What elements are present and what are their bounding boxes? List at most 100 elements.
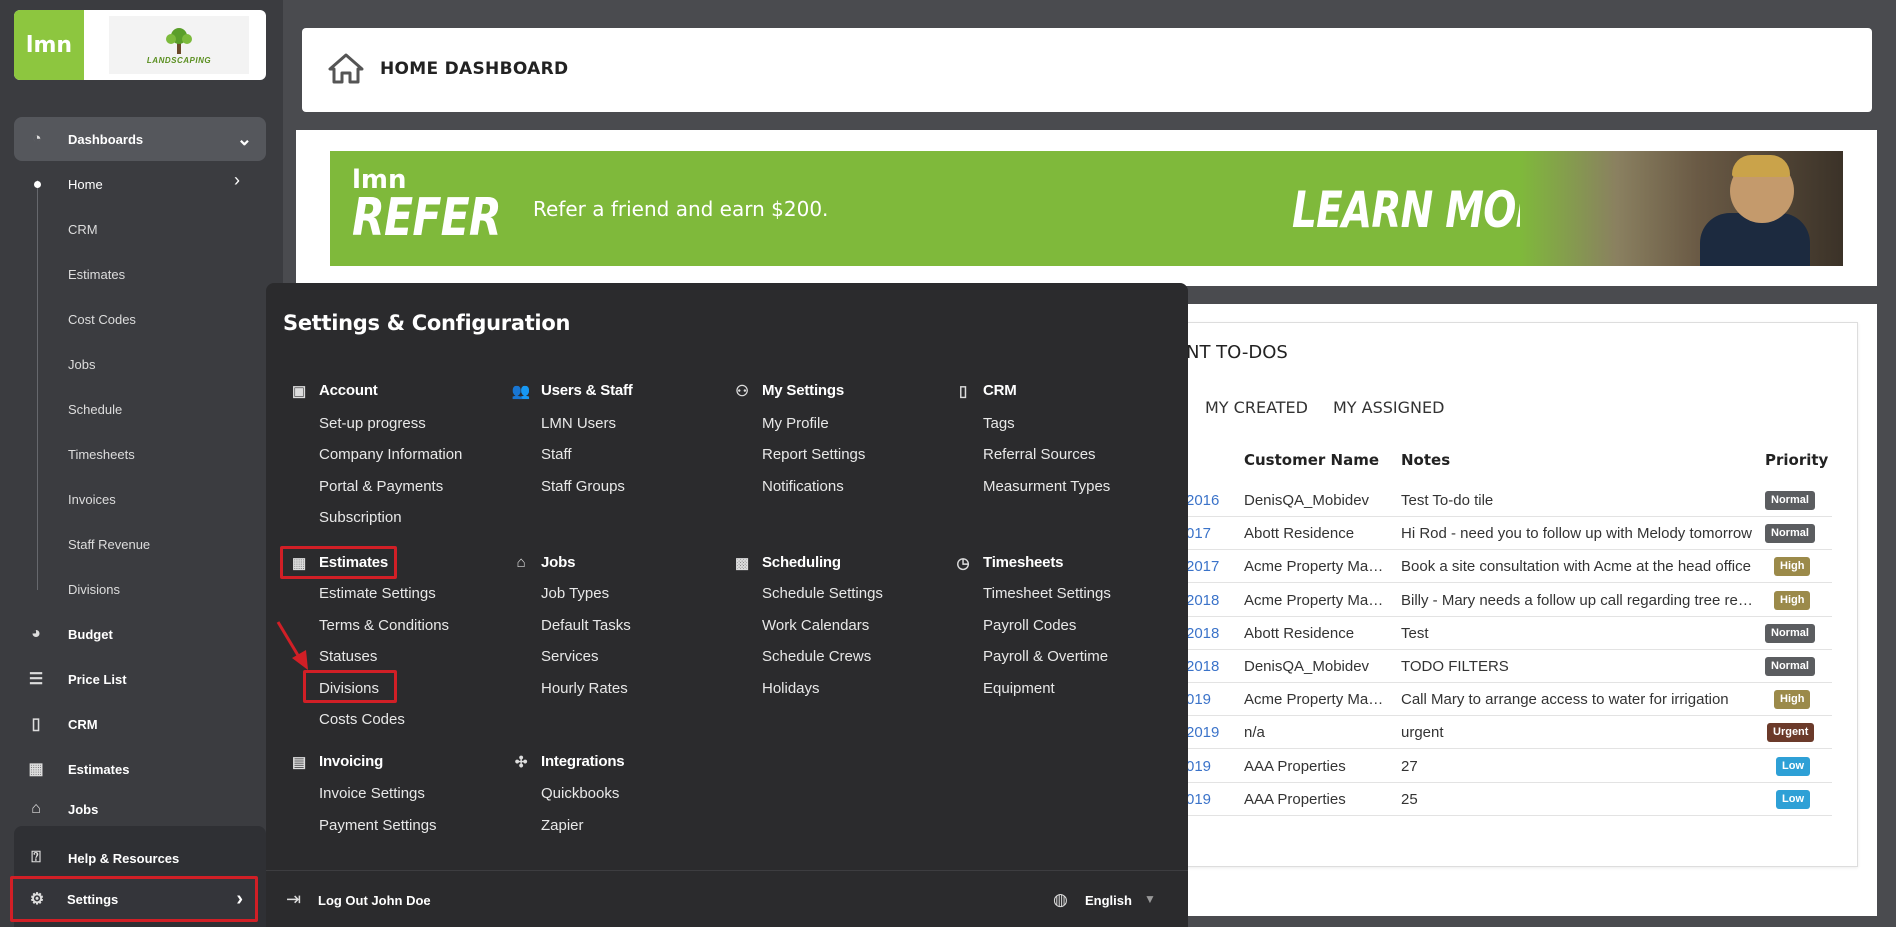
todo-date-link[interactable]: 2018 xyxy=(1186,658,1219,675)
link-notifications[interactable]: Notifications xyxy=(762,478,844,495)
table-row[interactable]: 2018 Acme Property Management Billy - Mary… xyxy=(1186,584,1832,617)
link-estimate-settings[interactable]: Estimate Settings xyxy=(319,585,436,602)
todo-date-link[interactable]: 2018 xyxy=(1186,592,1219,609)
help-icon: ⍰ xyxy=(31,849,41,866)
todo-date-link[interactable]: 019 xyxy=(1186,758,1211,775)
link-tags[interactable]: Tags xyxy=(983,415,1015,432)
nav-help[interactable]: ⍰ Help & Resources xyxy=(14,840,266,876)
link-costs-codes[interactable]: Costs Codes xyxy=(319,711,405,728)
panel-footer: ⇥ Log Out John Doe ◍ English ▼ xyxy=(266,870,1188,927)
todo-date-link[interactable]: 2018 xyxy=(1186,625,1219,642)
section-invoicing-title: Invoicing xyxy=(319,753,384,770)
subnav-invoices[interactable]: Invoices xyxy=(68,492,116,507)
link-portal-payments[interactable]: Portal & Payments xyxy=(319,478,443,495)
lmn-logo[interactable]: lmn xyxy=(14,10,84,80)
subnav-cost-codes[interactable]: Cost Codes xyxy=(68,312,136,327)
table-row[interactable]: 2018 DenisQA_Mobidev TODO FILTERS Normal xyxy=(1186,650,1832,683)
col-priority[interactable]: Priority xyxy=(1765,451,1828,469)
nav-budget[interactable]: ◕ Budget xyxy=(14,616,266,652)
logo-area[interactable]: lmn LANDSCAPING xyxy=(14,10,266,80)
subnav-jobs[interactable]: Jobs xyxy=(68,357,95,372)
link-schedule-crews[interactable]: Schedule Crews xyxy=(762,648,871,665)
section-users-staff: 👥 Users & Staff xyxy=(512,382,633,400)
todo-date-link[interactable]: 2016 xyxy=(1186,492,1219,509)
link-measurment-types[interactable]: Measurment Types xyxy=(983,478,1110,495)
nav-jobs[interactable]: ⌂ Jobs xyxy=(14,796,266,822)
link-timesheet-settings[interactable]: Timesheet Settings xyxy=(983,585,1111,602)
subnav-schedule[interactable]: Schedule xyxy=(68,402,122,417)
subnav-home[interactable]: Home xyxy=(68,177,103,192)
link-staff[interactable]: Staff xyxy=(541,446,572,463)
link-report-settings[interactable]: Report Settings xyxy=(762,446,865,463)
tab-my-assigned[interactable]: MY ASSIGNED xyxy=(1333,398,1444,417)
link-subscription[interactable]: Subscription xyxy=(319,509,402,526)
todo-title: NT TO-DOS xyxy=(1186,342,1288,363)
subnav-timesheets[interactable]: Timesheets xyxy=(68,447,135,462)
link-company-information[interactable]: Company Information xyxy=(319,446,462,463)
todo-date-link[interactable]: 2019 xyxy=(1186,724,1219,741)
table-row[interactable]: 2019 n/a urgent Urgent xyxy=(1186,716,1832,750)
tab-my-created[interactable]: MY CREATED xyxy=(1205,398,1308,417)
table-row[interactable]: 2016 DenisQA_Mobidev Test To-do tile Normal xyxy=(1186,484,1832,517)
link-terms-conditions[interactable]: Terms & Conditions xyxy=(319,617,449,634)
nav-estimates[interactable]: ▦ Estimates xyxy=(14,751,266,787)
link-divisions[interactable]: Divisions xyxy=(319,680,379,697)
link-setup-progress[interactable]: Set-up progress xyxy=(319,415,426,432)
table-row[interactable]: 019 AAA Properties 27 Low xyxy=(1186,750,1832,783)
table-row[interactable]: 019 AAA Properties 25 Low xyxy=(1186,783,1832,816)
link-staff-groups[interactable]: Staff Groups xyxy=(541,478,625,495)
todo-date-link[interactable]: 2017 xyxy=(1186,558,1219,575)
refer-banner[interactable]: lmn REFER Refer a friend and earn $200. … xyxy=(330,151,1843,266)
link-lmn-users[interactable]: LMN Users xyxy=(541,415,616,432)
contact-card-icon: ▯ xyxy=(31,716,41,733)
table-row[interactable]: 2018 Abott Residence Test Normal xyxy=(1186,617,1832,650)
link-statuses[interactable]: Statuses xyxy=(319,648,377,665)
link-work-calendars[interactable]: Work Calendars xyxy=(762,617,869,634)
link-job-types[interactable]: Job Types xyxy=(541,585,609,602)
todo-date-link[interactable]: 017 xyxy=(1186,525,1211,542)
todo-date-link[interactable]: 019 xyxy=(1186,791,1211,808)
nav-settings[interactable]: ⚙ Settings › xyxy=(10,876,258,922)
col-notes[interactable]: Notes xyxy=(1401,451,1450,469)
logout-button[interactable]: Log Out John Doe xyxy=(318,893,431,908)
language-select[interactable]: English xyxy=(1085,893,1132,908)
priority-badge: Normal xyxy=(1765,623,1815,643)
link-payment-settings[interactable]: Payment Settings xyxy=(319,817,437,834)
link-payroll-codes[interactable]: Payroll Codes xyxy=(983,617,1076,634)
link-schedule-settings[interactable]: Schedule Settings xyxy=(762,585,883,602)
link-zapier[interactable]: Zapier xyxy=(541,817,584,834)
link-referral-sources[interactable]: Referral Sources xyxy=(983,446,1096,463)
section-invoicing: ▤ Invoicing xyxy=(292,753,384,771)
link-quickbooks[interactable]: Quickbooks xyxy=(541,785,619,802)
gear-icon: ⚙ xyxy=(29,891,45,908)
todo-notes: Call Mary to arrange access to water for… xyxy=(1401,691,1729,709)
link-equipment[interactable]: Equipment xyxy=(983,680,1055,697)
calculator-icon: ▦ xyxy=(292,555,306,572)
subnav-estimates[interactable]: Estimates xyxy=(68,267,125,282)
section-estimates-title: Estimates xyxy=(319,554,389,571)
link-holidays[interactable]: Holidays xyxy=(762,680,820,697)
link-invoice-settings[interactable]: Invoice Settings xyxy=(319,785,425,802)
todo-customer: AAA Properties xyxy=(1244,790,1346,808)
link-hourly-rates[interactable]: Hourly Rates xyxy=(541,680,628,697)
nav-crm[interactable]: ▯ CRM xyxy=(14,706,266,742)
table-row[interactable]: 2017 Acme Property Management Book a site … xyxy=(1186,550,1832,584)
subnav-crm[interactable]: CRM xyxy=(68,222,98,237)
subnav-divisions[interactable]: Divisions xyxy=(68,582,120,597)
puzzle-icon: ✣ xyxy=(514,754,528,771)
todo-notes: 25 xyxy=(1401,790,1418,808)
todo-date-link[interactable]: 019 xyxy=(1186,691,1211,708)
subnav-staff-revenue[interactable]: Staff Revenue xyxy=(68,537,150,552)
link-default-tasks[interactable]: Default Tasks xyxy=(541,617,631,634)
section-integrations: ✣ Integrations xyxy=(515,753,625,771)
link-services[interactable]: Services xyxy=(541,648,599,665)
todo-customer: Abott Residence xyxy=(1244,525,1355,543)
col-customer-name[interactable]: Customer Name xyxy=(1244,451,1379,469)
link-payroll-overtime[interactable]: Payroll & Overtime xyxy=(983,648,1108,665)
todo-notes: Test To-do tile xyxy=(1401,492,1494,509)
table-row[interactable]: 017 Abott Residence Hi Rod - need you to f… xyxy=(1186,517,1832,551)
nav-dashboards[interactable]: ◔ Dashboards ⌄ xyxy=(14,117,266,161)
nav-price-list[interactable]: ☰ Price List xyxy=(14,661,266,697)
table-row[interactable]: 019 Acme Property Management Call Mary to … xyxy=(1186,683,1832,717)
link-my-profile[interactable]: My Profile xyxy=(762,415,829,432)
